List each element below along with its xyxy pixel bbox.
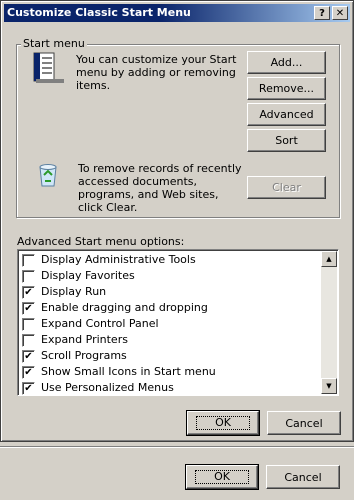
parent-separator — [0, 446, 354, 448]
window-title: Customize Classic Start Menu — [7, 6, 191, 19]
option-label: Enable dragging and dropping — [41, 301, 208, 314]
ok-label: OK — [196, 416, 250, 430]
option-checkbox[interactable] — [22, 254, 35, 267]
help-button[interactable]: ? — [314, 6, 330, 20]
option-label: Use Personalized Menus — [41, 381, 174, 394]
customize-dialog: Customize Classic Start Menu ? ✕ Start m… — [0, 0, 354, 442]
option-checkbox[interactable]: ✔ — [22, 302, 35, 315]
option-checkbox[interactable]: ✔ — [22, 366, 35, 379]
options-scrollbar[interactable]: ▲ ▼ — [321, 251, 337, 394]
parent-ok-button[interactable]: OK — [185, 464, 259, 490]
remove-button[interactable]: Remove... — [247, 77, 326, 100]
cancel-button[interactable]: Cancel — [267, 411, 341, 435]
option-checkbox[interactable] — [22, 270, 35, 283]
ok-button[interactable]: OK — [186, 410, 260, 436]
advanced-options-label: Advanced Start menu options: — [17, 235, 185, 248]
sort-button[interactable]: Sort — [247, 129, 326, 152]
scroll-down-button[interactable]: ▼ — [321, 378, 337, 394]
customize-description: You can customize your Start menu by add… — [76, 53, 237, 92]
option-label: Expand Printers — [41, 333, 128, 346]
option-label: Display Favorites — [41, 269, 135, 282]
parent-cancel-button[interactable]: Cancel — [266, 465, 340, 489]
start-menu-icon — [33, 52, 64, 83]
option-checkbox[interactable]: ✔ — [22, 350, 35, 363]
advanced-button[interactable]: Advanced — [247, 103, 326, 126]
option-label: Scroll Programs — [41, 349, 127, 362]
recycle-bin-icon — [39, 164, 57, 187]
add-button[interactable]: Add... — [247, 51, 326, 74]
advanced-options-list[interactable]: Display Administrative Tools Display Favo… — [17, 249, 339, 396]
option-label: Expand Control Panel — [41, 317, 159, 330]
option-checkbox[interactable] — [22, 318, 35, 331]
option-checkbox[interactable]: ✔ — [22, 382, 35, 395]
parent-ok-label: OK — [195, 470, 249, 484]
clear-button[interactable]: Clear — [247, 176, 326, 199]
option-label: Show Small Icons in Start menu — [41, 365, 216, 378]
scroll-up-button[interactable]: ▲ — [321, 251, 337, 267]
option-label: Display Administrative Tools — [41, 253, 196, 266]
title-bar[interactable]: Customize Classic Start Menu ? ✕ — [4, 4, 350, 22]
option-label: Display Run — [41, 285, 107, 298]
option-checkbox[interactable] — [22, 334, 35, 347]
close-button[interactable]: ✕ — [332, 6, 348, 20]
clear-description: To remove records of recently accessed d… — [78, 162, 242, 214]
option-checkbox[interactable]: ✔ — [22, 286, 35, 299]
start-menu-group-label: Start menu — [21, 37, 87, 50]
